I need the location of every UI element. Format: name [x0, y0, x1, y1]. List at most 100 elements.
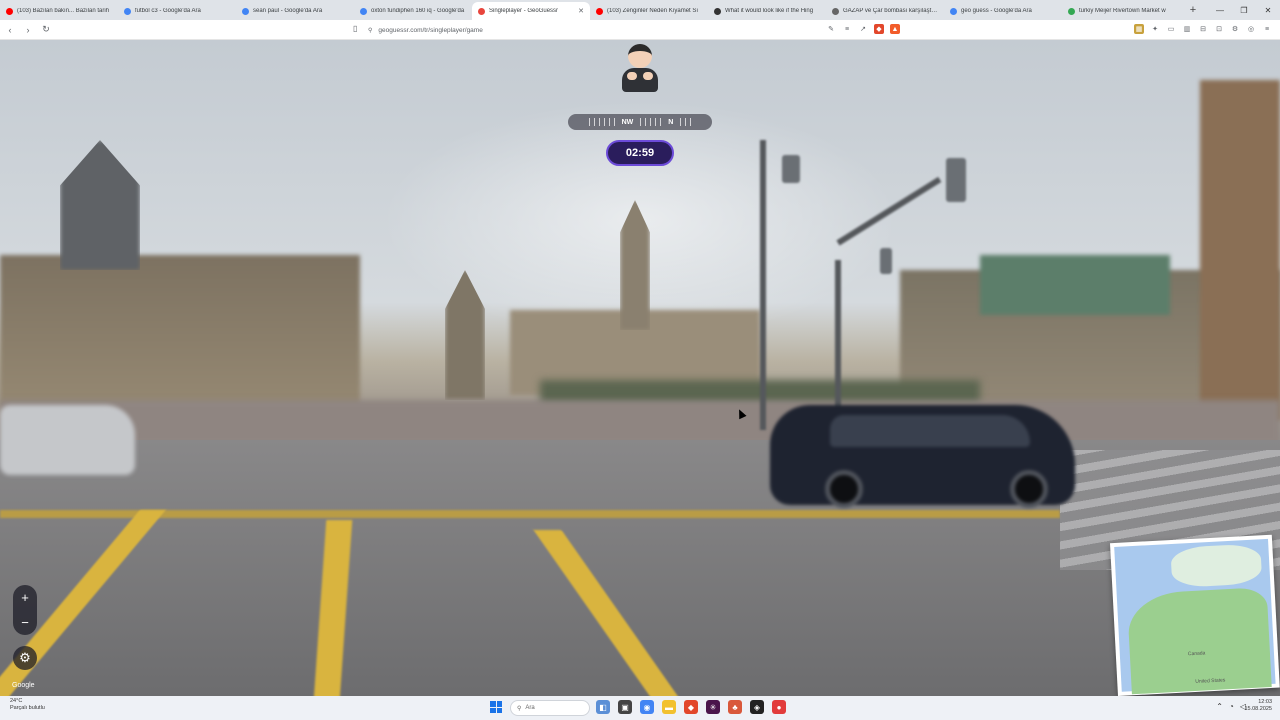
browser-tab-active[interactable]: Singleplayer - GeoGuessr ✕ — [472, 2, 590, 20]
reader-icon[interactable]: ≡ — [842, 24, 852, 34]
avatar-hand — [627, 72, 637, 80]
new-tab-button[interactable]: + — [1184, 4, 1202, 16]
tab-title: (103) Zenginler Neden Kıyamet Sı — [607, 8, 699, 14]
windows-start-icon[interactable] — [490, 701, 502, 713]
street-lamp — [782, 155, 800, 183]
window-controls: — ❐ ✕ — [1208, 0, 1280, 20]
tray-overflow-icon[interactable]: ⌃ — [1216, 702, 1223, 711]
tab-title: geo guess - Google'da Ara — [961, 8, 1032, 14]
browser-tab[interactable]: GAZAP ve Çar bombası karşılaştırm — [826, 2, 944, 20]
weather-widget[interactable]: 24°C Parçalı bulutlu — [10, 698, 45, 712]
round-timer: 02:59 — [606, 140, 674, 166]
zoom-in-button[interactable]: + — [21, 591, 29, 604]
site-favicon-icon — [832, 7, 839, 15]
browser-tab[interactable]: turkiy Meijer Rivertown Market w — [1062, 2, 1180, 20]
minimize-button[interactable]: — — [1208, 0, 1232, 20]
tab-close-icon[interactable]: ✕ — [578, 7, 584, 15]
windows-taskbar: 24°C Parçalı bulutlu ⚲ Ara ◧ ▣ ◉ ▬ ◆ ✳ ♣… — [0, 696, 1280, 720]
browser-toolbar: ‹ › ↻ ▯ ⚲ geoguessr.com/tr/singleplayer/… — [0, 20, 1280, 40]
player-avatar — [619, 42, 661, 94]
forward-button[interactable]: › — [20, 22, 36, 38]
file-explorer-icon[interactable]: ▬ — [662, 700, 676, 714]
browser-tab[interactable]: What it would look like if the Hing — [708, 2, 826, 20]
settings-icon[interactable]: ⚙ — [1230, 24, 1240, 34]
tab-title: What it would look like if the Hing — [725, 8, 814, 14]
compass-tick — [690, 118, 692, 126]
building-far-right — [1200, 80, 1280, 420]
extension-icon[interactable]: ▦ — [1134, 24, 1144, 34]
network-icon[interactable]: ◔ — [1229, 702, 1234, 711]
tab-search-icon[interactable]: ⊟ — [1198, 24, 1208, 34]
system-tray: ⌃ ◔ ◁ — [1216, 702, 1246, 711]
game-settings-button[interactable]: ⚙ — [13, 646, 37, 670]
car-wheel — [825, 470, 863, 508]
address-url: geoguessr.com/tr/singleplayer/game — [378, 26, 483, 34]
bookmark-icon[interactable]: ▯ — [353, 24, 357, 33]
reddit-favicon-icon — [714, 7, 721, 15]
google-favicon-icon — [124, 7, 131, 15]
address-actions: ✎ ≡ ↗ ◆ ▲ — [826, 24, 900, 34]
translate-icon[interactable]: ✎ — [826, 24, 836, 34]
sidebar-icon[interactable]: ▥ — [1182, 24, 1192, 34]
tab-title: sean paul - Google'da Ara — [253, 8, 323, 14]
tab-title: (103) Bazılan bakın... Bazılan tarih — [17, 8, 110, 14]
tab-title: turkiy Meijer Rivertown Market w — [1079, 8, 1166, 14]
browser-tab[interactable]: oxton fundiphen 160 iq - Google'da — [354, 2, 472, 20]
traffic-light — [880, 248, 892, 274]
screenshot-icon[interactable]: ⊡ — [1214, 24, 1224, 34]
car — [770, 405, 1075, 508]
valorant-icon[interactable]: ● — [772, 700, 786, 714]
slack-icon[interactable]: ✳ — [706, 700, 720, 714]
street-lamp-pole — [760, 140, 766, 430]
share-icon[interactable]: ↗ — [858, 24, 868, 34]
site-info-icon[interactable]: ⚲ — [368, 27, 372, 34]
chrome-icon[interactable]: ◉ — [640, 700, 654, 714]
car-window — [830, 415, 1030, 447]
puzzle-icon[interactable]: ✦ — [1150, 24, 1160, 34]
weather-temperature: 24°C — [10, 698, 23, 704]
compass-tick — [640, 118, 642, 126]
google-favicon-icon — [950, 7, 957, 15]
close-window-button[interactable]: ✕ — [1256, 0, 1280, 20]
widgets-icon[interactable]: ◧ — [596, 700, 610, 714]
tab-title: oxton fundiphen 160 iq - Google'da — [371, 8, 465, 14]
taskbar-clock[interactable]: 12:03 15.08.2025 — [1244, 699, 1272, 714]
geoguessr-favicon-icon — [478, 7, 485, 15]
compass-tick — [645, 118, 647, 126]
tab-title: Singleplayer - GeoGuessr — [489, 8, 559, 14]
wallet-icon[interactable]: ▭ — [1166, 24, 1176, 34]
restore-button[interactable]: ❐ — [1232, 0, 1256, 20]
app-icon[interactable]: ♣ — [728, 700, 742, 714]
guess-minimap[interactable]: Canada United States — [1109, 534, 1280, 696]
brave-icon[interactable]: ◆ — [684, 700, 698, 714]
browser-tab[interactable]: sean paul - Google'da Ara — [236, 2, 354, 20]
browser-tab[interactable]: (103) Bazılan bakın... Bazılan tarih — [0, 2, 118, 20]
building-roof-green — [980, 255, 1170, 315]
building-left — [0, 255, 360, 405]
profile-icon[interactable]: ◎ — [1246, 24, 1256, 34]
menu-icon[interactable]: ≡ — [1262, 24, 1272, 34]
map-label-canada: Canada — [1187, 650, 1206, 658]
zoom-out-button[interactable]: − — [21, 616, 29, 629]
compass-tick — [593, 118, 595, 126]
task-view-icon[interactable]: ▣ — [618, 700, 632, 714]
taskbar-search[interactable]: ⚲ Ara — [510, 700, 590, 716]
building-roof-left — [60, 140, 140, 270]
compass-tick — [660, 118, 662, 126]
traffic-light — [946, 158, 966, 202]
compass-tick — [588, 118, 590, 126]
street-view-panorama[interactable] — [0, 40, 1280, 696]
epic-games-icon[interactable]: ◈ — [750, 700, 764, 714]
compass[interactable]: NW N — [568, 114, 712, 130]
browser-tab[interactable]: futbol c3 - Google'da Ara — [118, 2, 236, 20]
browser-tab[interactable]: geo guess - Google'da Ara — [944, 2, 1062, 20]
back-button[interactable]: ‹ — [2, 22, 18, 38]
reload-button[interactable]: ↻ — [38, 22, 54, 38]
car-wheel — [1010, 470, 1048, 508]
tab-title: GAZAP ve Çar bombası karşılaştırm — [843, 8, 938, 14]
rewards-icon[interactable]: ▲ — [890, 24, 900, 34]
compass-tick — [655, 118, 657, 126]
browser-tab[interactable]: (103) Zenginler Neden Kıyamet Sı — [590, 2, 708, 20]
brave-shield-icon[interactable]: ◆ — [874, 24, 884, 34]
compass-tick — [680, 118, 682, 126]
